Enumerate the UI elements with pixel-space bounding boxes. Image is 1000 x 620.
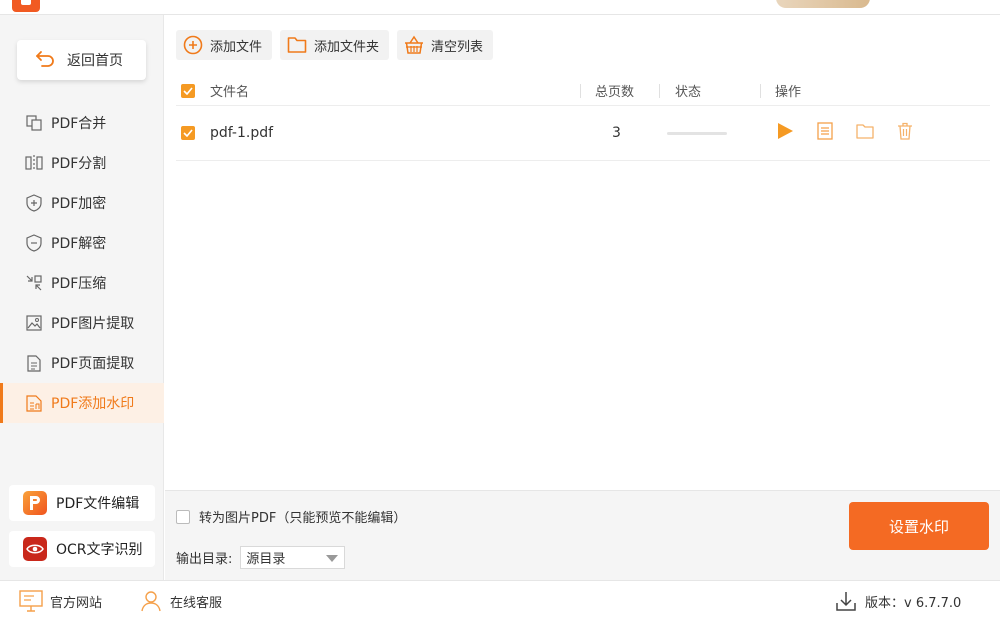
sidebar-item-pdf-decrypt[interactable]: PDF解密 [0, 223, 164, 263]
set-watermark-button[interactable]: 设置水印 [849, 502, 989, 550]
column-divider [760, 84, 761, 98]
output-dir-value: 源目录 [246, 552, 286, 567]
sidebar-item-pdf-split[interactable]: PDF分割 [0, 143, 164, 183]
table-row: pdf-1.pdf 3 [176, 106, 990, 161]
add-folder-label: 添加文件夹 [314, 39, 380, 55]
add-file-button[interactable]: 添加文件 [176, 30, 273, 60]
convert-to-image-option[interactable]: 转为图片PDF（只能预览不能编辑） [176, 507, 406, 526]
compress-icon [25, 274, 43, 292]
monitor-icon [19, 589, 43, 613]
watermark-icon [25, 394, 43, 412]
sidebar-item-pdf-page-extract[interactable]: PDF页面提取 [0, 343, 164, 383]
ocr-promo[interactable]: OCR文字识别 [9, 531, 155, 567]
pdf-editor-promo[interactable]: PDF文件编辑 [9, 485, 155, 521]
row-checkbox[interactable] [181, 126, 195, 140]
sidebar-item-label: PDF加密 [51, 196, 107, 212]
folder-icon [856, 123, 874, 143]
clear-list-label: 清空列表 [431, 39, 484, 55]
output-dir-label: 输出目录: [176, 552, 233, 567]
status-progress-bar [667, 132, 727, 135]
sidebar-item-label: PDF合并 [51, 116, 107, 132]
column-header-actions: 操作 [775, 85, 802, 100]
version-info[interactable]: 版本：v 6.7.7.0 [834, 581, 961, 620]
toolbar: 添加文件 添加文件夹 清空列表 [176, 30, 494, 60]
chevron-down-icon [326, 555, 339, 562]
column-header-filename: 文件名 [210, 85, 250, 100]
shield-plus-icon [25, 194, 43, 212]
app-logo-icon [12, 0, 40, 12]
sidebar-item-label: PDF页面提取 [51, 356, 135, 372]
split-icon [25, 154, 43, 172]
convert-to-image-label: 转为图片PDF（只能预览不能编辑） [199, 511, 407, 526]
promo-label: PDF文件编辑 [56, 496, 140, 512]
shield-minus-icon [25, 234, 43, 252]
page-icon [25, 354, 43, 372]
basket-icon [404, 35, 424, 55]
sidebar-item-label: PDF解密 [51, 236, 107, 252]
file-table-header: 文件名 总页数 状态 操作 [176, 76, 990, 106]
back-home-label: 返回首页 [67, 53, 123, 69]
sidebar: 返回首页 PDF合并 PDF分割 PDF加密 PDF解密 PDF压缩 PDF图片… [0, 15, 164, 580]
add-file-label: 添加文件 [210, 39, 263, 55]
sidebar-item-label: PDF添加水印 [51, 396, 135, 412]
column-header-pages: 总页数 [595, 85, 635, 100]
sidebar-item-pdf-merge[interactable]: PDF合并 [0, 103, 164, 143]
view-document-button[interactable] [815, 122, 835, 144]
output-dir-select[interactable]: 源目录 [240, 546, 346, 569]
download-icon [834, 589, 858, 613]
sidebar-item-pdf-image-extract[interactable]: PDF图片提取 [0, 303, 164, 343]
promo-label: OCR文字识别 [56, 542, 143, 558]
play-icon [776, 122, 794, 144]
ocr-eye-icon [23, 537, 47, 561]
convert-to-image-checkbox[interactable] [176, 509, 190, 524]
sidebar-item-label: PDF图片提取 [51, 316, 135, 332]
folder-icon [287, 35, 307, 55]
options-panel: 转为图片PDF（只能预览不能编辑） 输出目录: 源目录 设置水印 [165, 490, 1000, 580]
sidebar-item-pdf-encrypt[interactable]: PDF加密 [0, 183, 164, 223]
online-support-link[interactable]: 在线客服 [139, 581, 222, 620]
image-icon [25, 314, 43, 332]
back-home-button[interactable]: 返回首页 [17, 40, 146, 80]
online-support-label: 在线客服 [170, 595, 223, 611]
official-website-label: 官方网站 [50, 595, 103, 611]
sidebar-item-pdf-watermark[interactable]: PDF添加水印 [0, 383, 164, 423]
sidebar-item-pdf-compress[interactable]: PDF压缩 [0, 263, 164, 303]
add-folder-button[interactable]: 添加文件夹 [280, 30, 390, 60]
start-button[interactable] [775, 123, 795, 143]
clear-list-button[interactable]: 清空列表 [397, 30, 494, 60]
trash-icon [897, 122, 913, 144]
output-directory-row: 输出目录: 源目录 [176, 546, 346, 569]
app-window: 返回首页 PDF合并 PDF分割 PDF加密 PDF解密 PDF压缩 PDF图片… [0, 0, 1000, 620]
select-all-checkbox[interactable] [181, 84, 195, 98]
sidebar-item-label: PDF压缩 [51, 276, 107, 292]
open-folder-button[interactable] [855, 123, 875, 143]
title-bar [0, 0, 1000, 15]
footer: 官方网站 在线客服 版本：v 6.7.7.0 [0, 580, 1000, 620]
column-header-status: 状态 [675, 85, 702, 100]
user-support-icon [139, 589, 163, 613]
column-divider [580, 84, 581, 98]
delete-button[interactable] [895, 122, 915, 144]
version-label: 版本：v 6.7.7.0 [865, 595, 962, 611]
back-arrow-icon [35, 49, 55, 71]
column-divider [659, 84, 660, 98]
official-website-link[interactable]: 官方网站 [19, 581, 102, 620]
sidebar-item-label: PDF分割 [51, 156, 107, 172]
plus-circle-icon [183, 35, 203, 55]
page-count: 3 [612, 125, 621, 141]
sidebar-nav: PDF合并 PDF分割 PDF加密 PDF解密 PDF压缩 PDF图片提取 PD… [0, 103, 164, 423]
merge-icon [25, 114, 43, 132]
file-name: pdf-1.pdf [210, 125, 274, 141]
pdf-editor-icon [23, 491, 47, 515]
document-icon [817, 122, 833, 144]
vip-badge[interactable] [776, 0, 870, 8]
